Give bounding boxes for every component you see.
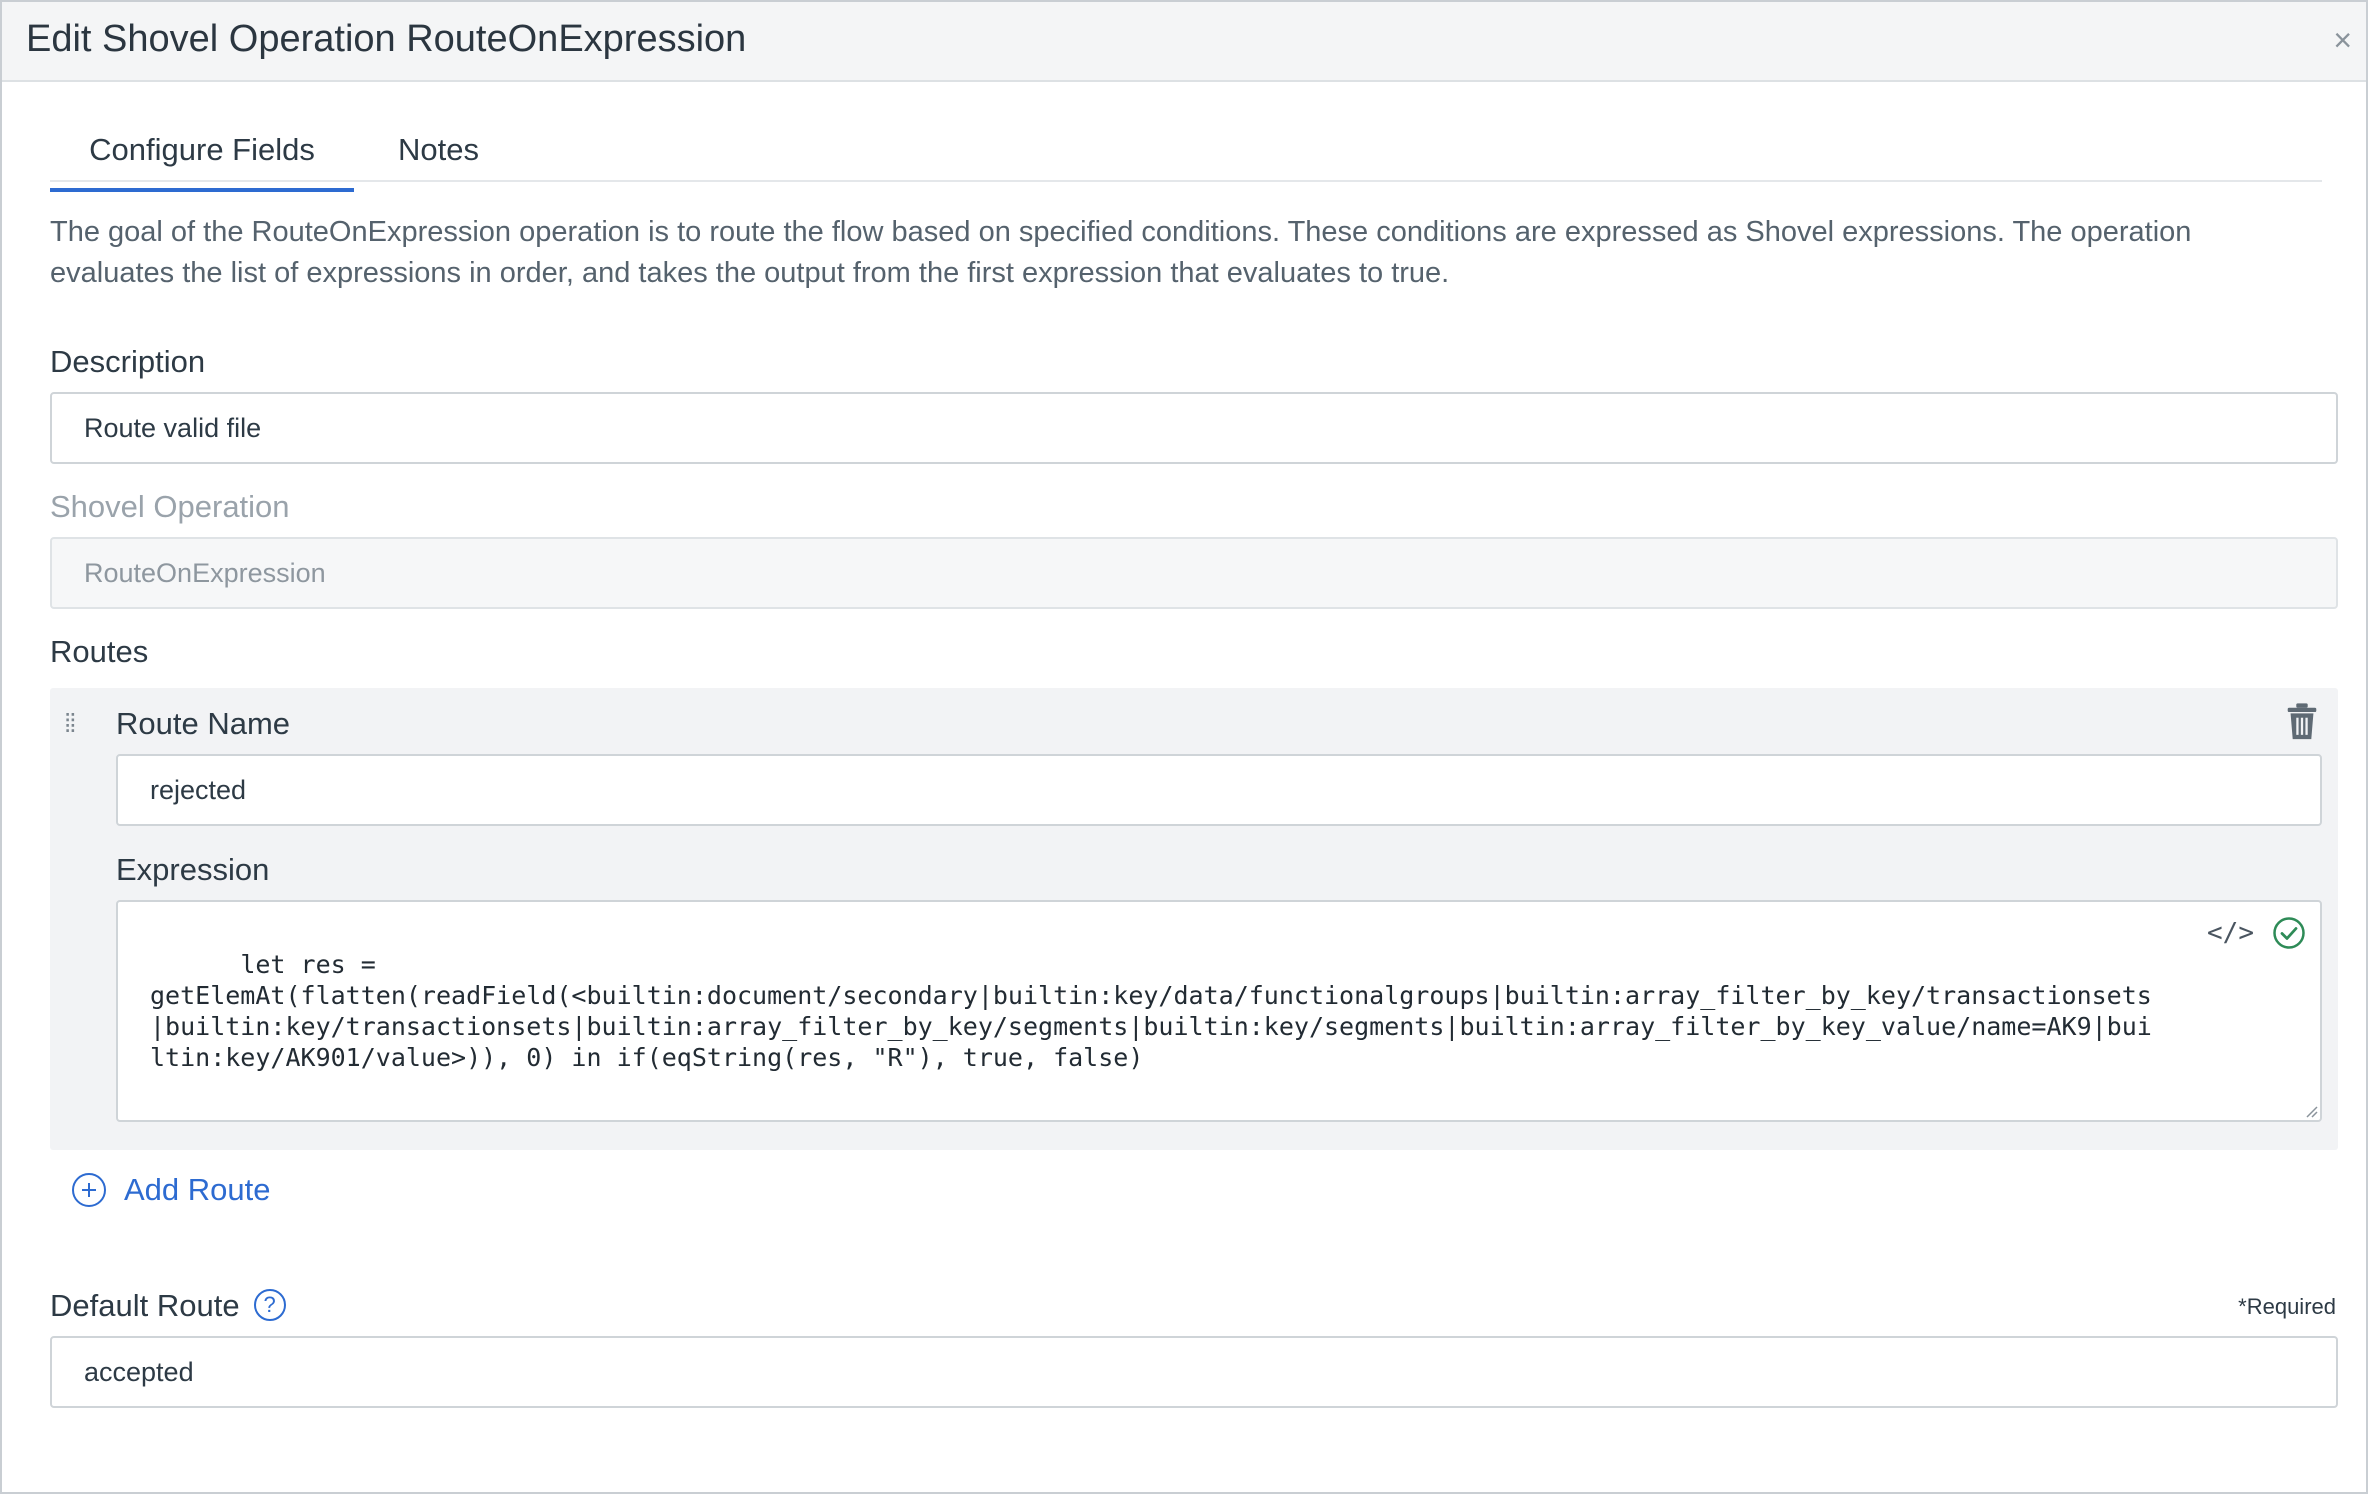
required-indicator: *Required (2238, 1294, 2336, 1319)
route-name-label: Route Name (116, 706, 291, 741)
description-input[interactable]: Route valid file (50, 392, 2338, 464)
code-icon[interactable]: </> (2207, 918, 2254, 949)
edit-operation-dialog: Edit Shovel Operation RouteOnExpression … (0, 0, 2368, 1494)
dialog-title: Edit Shovel Operation RouteOnExpression (26, 18, 747, 60)
route-name-input[interactable]: rejected (116, 754, 2322, 826)
description-label: Description (50, 344, 206, 379)
add-route-button[interactable]: Add Route (72, 1172, 271, 1208)
dialog-header: Edit Shovel Operation RouteOnExpression … (2, 2, 2366, 82)
default-route-input[interactable]: accepted (50, 1336, 2338, 1408)
expression-text: let res = getElemAt(flatten(readField(<b… (150, 950, 2152, 1072)
shovel-operation-label: Shovel Operation (50, 489, 290, 524)
expression-label: Expression (116, 852, 270, 887)
route-card: ⁞⁞ Route Name rejected Expression let re… (50, 688, 2338, 1150)
plus-circle-icon (72, 1173, 106, 1207)
tab-notes[interactable]: Notes (398, 132, 479, 168)
check-circle-icon (2273, 917, 2305, 949)
resize-handle-icon[interactable] (2302, 1102, 2318, 1118)
drag-handle-icon[interactable]: ⁞⁞ (64, 708, 77, 739)
expression-toolbar: </> (2207, 916, 2306, 950)
add-route-label: Add Route (124, 1172, 271, 1207)
tab-bar: Configure Fields Notes (50, 122, 2322, 192)
operation-description-text: The goal of the RouteOnExpression operat… (50, 216, 2192, 289)
default-route-label: Default Route (50, 1288, 240, 1323)
question-circle-icon[interactable]: ? (253, 1289, 286, 1321)
shovel-operation-field: RouteOnExpression (50, 537, 2338, 609)
close-icon[interactable]: × (2333, 24, 2352, 56)
trash-icon[interactable] (2284, 702, 2320, 742)
default-route-label-row: Default Route? (50, 1288, 286, 1324)
tab-configure-fields[interactable]: Configure Fields (50, 132, 354, 192)
routes-label: Routes (50, 634, 149, 669)
expression-editor[interactable]: let res = getElemAt(flatten(readField(<b… (116, 900, 2322, 1122)
